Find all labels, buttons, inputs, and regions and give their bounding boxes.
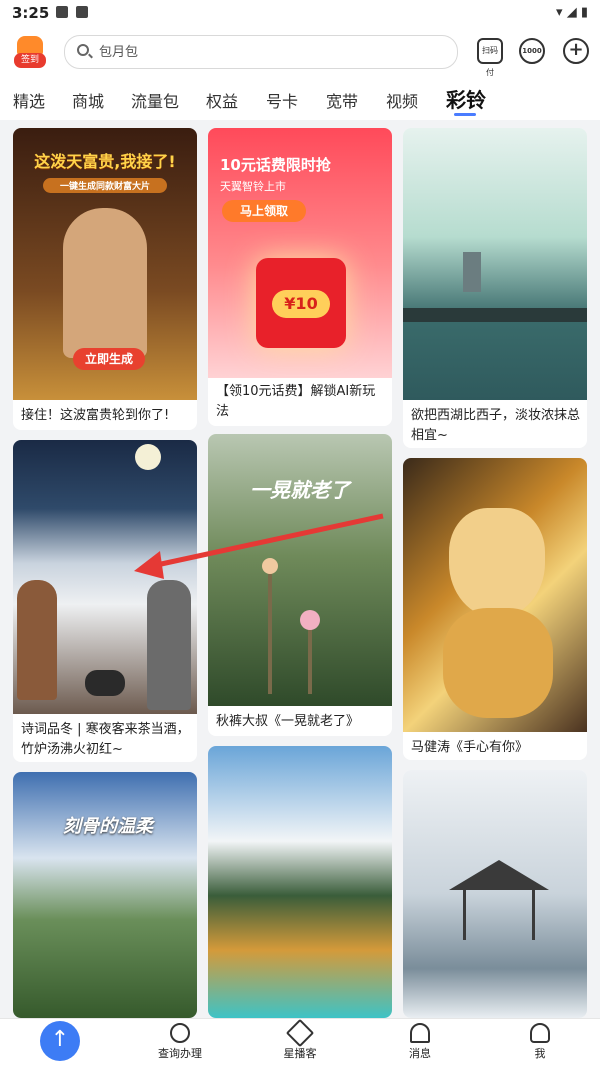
ringtone-card[interactable] — [403, 770, 587, 1018]
nav-messages[interactable]: 消息 — [380, 1023, 460, 1061]
red-envelope-shape: ¥10 — [256, 258, 346, 348]
nav-label: 消息 — [409, 1047, 431, 1060]
card-image: 10元话费限时抢 天翼智铃上市 马上领取 ¥10 — [208, 128, 392, 378]
card-image — [13, 440, 197, 714]
fox-head — [449, 508, 545, 618]
nav-label: 星播客 — [283, 1047, 317, 1060]
flower-bloom — [262, 558, 278, 574]
scan-pay-label: 扫码付 — [482, 46, 498, 77]
pavilion-body — [463, 890, 535, 940]
add-button[interactable]: + — [563, 38, 589, 64]
amount-label: ¥10 — [272, 290, 330, 318]
tab-quanyi[interactable]: 权益 — [206, 88, 238, 112]
ringtone-card[interactable]: 刻骨的温柔 — [13, 772, 197, 1018]
send-icon — [285, 1018, 315, 1048]
card-image: 这泼天富贵,我接了! 一键生成同款财富大片 立即生成 — [13, 128, 197, 400]
ringtone-card[interactable]: 10元话费限时抢 天翼智铃上市 马上领取 ¥10 【领10元话费】解锁AI新玩法 — [208, 128, 392, 426]
status-bar: 3:25 ▾ ◢ ▮ — [0, 0, 600, 26]
card-image: 一晃就老了 — [208, 434, 392, 706]
ringtone-card[interactable]: 诗词品冬 | 寒夜客来茶当酒，竹炉汤沸火初红~ — [13, 440, 197, 762]
fox-body — [443, 608, 553, 718]
tab-shangcheng[interactable]: 商城 — [72, 88, 104, 112]
category-tabs: 精选 商城 流量包 权益 号卡 宽带 视频 彩铃 — [0, 78, 600, 120]
points-button[interactable]: 1000 — [519, 38, 545, 64]
bridge-shape — [403, 308, 587, 322]
flower-bloom — [300, 610, 320, 630]
scholar-figure — [147, 580, 191, 710]
search-input[interactable] — [97, 40, 441, 64]
arrow-up-icon: ↑ — [50, 1027, 70, 1052]
teapot-shape — [85, 670, 125, 696]
card-overlay-title: 10元话费限时抢 — [220, 156, 331, 174]
tab-cailing[interactable]: 彩铃 — [446, 84, 486, 116]
ringtone-card[interactable]: 一晃就老了 秋裤大叔《一晃就老了》 — [208, 434, 392, 736]
pagoda-shape — [463, 252, 481, 292]
wifi-battery-icon: ▾ ◢ ▮ — [556, 5, 588, 20]
tab-cailing-label: 彩铃 — [446, 88, 486, 112]
plus-icon: + — [568, 39, 584, 60]
status-time: 3:25 — [12, 4, 50, 22]
tab-haoka[interactable]: 号卡 — [266, 88, 298, 112]
active-tab-indicator — [454, 113, 476, 116]
moon-shape — [135, 444, 161, 470]
search-bar[interactable] — [64, 35, 458, 69]
search-icon — [77, 44, 89, 56]
card-caption: 马健涛《手心有你》 — [411, 740, 529, 755]
card-overlay-title: 一晃就老了 — [250, 478, 350, 502]
generate-now-button[interactable]: 立即生成 — [73, 348, 145, 370]
ringtone-card[interactable]: 欲把西湖比西子，淡妆浓抹总相宜~ — [403, 128, 587, 448]
nav-starcast[interactable]: 星播客 — [260, 1018, 340, 1061]
user-icon — [530, 1023, 550, 1043]
ringtone-card[interactable]: 马健涛《手心有你》 — [403, 458, 587, 760]
person-figure — [63, 208, 147, 358]
top-bar: 签到 扫码付 1000 + — [0, 26, 600, 78]
card-overlay-sub: 天翼智铃上市 — [220, 180, 286, 193]
scan-pay-button[interactable]: 扫码付 — [477, 38, 503, 77]
bottom-nav: 查询办理 星播客 消息 我 — [0, 1018, 600, 1067]
card-image — [208, 746, 392, 1018]
card-caption: 秋裤大叔《一晃就老了》 — [216, 714, 360, 729]
app-notification-icon — [76, 6, 88, 18]
nav-query[interactable]: 查询办理 — [140, 1023, 220, 1061]
card-overlay-title: 这泼天富贵,我接了! — [34, 152, 176, 171]
tab-kuandai[interactable]: 宽带 — [326, 88, 358, 112]
image-notification-icon — [56, 6, 68, 18]
pavilion-roof — [449, 860, 549, 890]
nav-me[interactable]: 我 — [500, 1023, 580, 1061]
card-image — [403, 458, 587, 732]
checkin-label: 签到 — [14, 53, 46, 68]
tab-shipin[interactable]: 视频 — [386, 88, 418, 112]
points-label: 1000 — [522, 47, 542, 55]
ringtone-card[interactable] — [208, 746, 392, 1018]
card-caption: 接住！这波富贵轮到你了! — [21, 408, 170, 423]
card-image — [403, 128, 587, 400]
ringtone-card[interactable]: 这泼天富贵,我接了! 一键生成同款财富大片 立即生成 接住！这波富贵轮到你了! — [13, 128, 197, 430]
card-caption: 欲把西湖比西子，淡妆浓抹总相宜~ — [411, 408, 581, 443]
flower-stem — [268, 564, 272, 694]
card-caption: 【领10元话费】解锁AI新玩法 — [216, 384, 376, 419]
claim-now-button[interactable]: 马上领取 — [222, 200, 306, 222]
search-icon — [170, 1023, 190, 1043]
card-overlay-title: 刻骨的温柔 — [63, 816, 153, 837]
tab-liuliangbao[interactable]: 流量包 — [131, 88, 179, 112]
scholar-figure — [17, 580, 57, 700]
card-image: 刻骨的温柔 — [13, 772, 197, 1018]
card-image — [403, 770, 587, 1018]
scroll-top-button[interactable]: ↑ — [40, 1021, 80, 1061]
card-overlay-sub: 一键生成同款财富大片 — [43, 178, 167, 193]
nav-label: 查询办理 — [158, 1047, 202, 1060]
nav-label: 我 — [534, 1047, 546, 1060]
checkin-logo[interactable]: 签到 — [14, 36, 48, 70]
bell-icon — [410, 1023, 430, 1043]
tab-jingxuan[interactable]: 精选 — [13, 88, 45, 112]
card-caption: 诗词品冬 | 寒夜客来茶当酒，竹炉汤沸火初红~ — [21, 722, 190, 757]
